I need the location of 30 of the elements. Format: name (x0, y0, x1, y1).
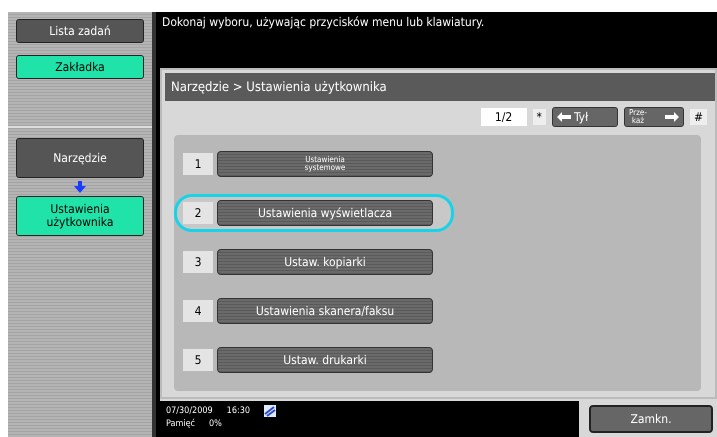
forward-button[interactable]: Prze- każ (624, 107, 684, 127)
page-counter: 1/2 (480, 108, 527, 126)
menu-button[interactable]: Ustawienia skanera/faksu (217, 298, 433, 324)
close-button[interactable]: Zamkn. (589, 405, 713, 433)
menu-number: 2 (183, 202, 213, 224)
hash-key: # (690, 109, 707, 125)
time-text: 16:30 (226, 406, 250, 416)
sidebar-button[interactable]: Lista zadań (16, 19, 144, 43)
date-text: 07/30/2009 (166, 406, 213, 416)
breadcrumb-text: Narzędzie > Ustawienia użytkownika (171, 80, 387, 94)
sidebar-button[interactable]: Zakładka (16, 55, 144, 79)
network-icon (264, 405, 276, 417)
right-arrow-icon (664, 112, 679, 122)
down-arrow-icon (74, 181, 86, 193)
menu-button[interactable]: Ustawienia systemowe (217, 151, 433, 177)
path-button[interactable]: Narzędzie (16, 138, 144, 178)
message-text: Dokonaj wyboru, używając przycisków menu lub klawiatury. (161, 14, 486, 31)
left-arrow-icon (556, 112, 571, 122)
back-button[interactable]: Tył (552, 107, 618, 127)
menu-button[interactable]: Ustaw. kopiarki (217, 249, 433, 275)
menu-number: 1 (183, 153, 213, 175)
menu-button[interactable]: Ustawienia wyświetlacza (217, 200, 433, 226)
memory-value: 0% (209, 419, 222, 429)
menu-number: 5 (183, 349, 213, 371)
memory-label: Pamięć (166, 419, 196, 429)
path-button[interactable]: Ustawienia użytkownika (16, 196, 144, 236)
menu-number: 3 (183, 251, 213, 273)
menu-button[interactable]: Ustaw. drukarki (217, 347, 433, 373)
menu-number: 4 (183, 300, 213, 322)
star-key: * (532, 109, 546, 125)
